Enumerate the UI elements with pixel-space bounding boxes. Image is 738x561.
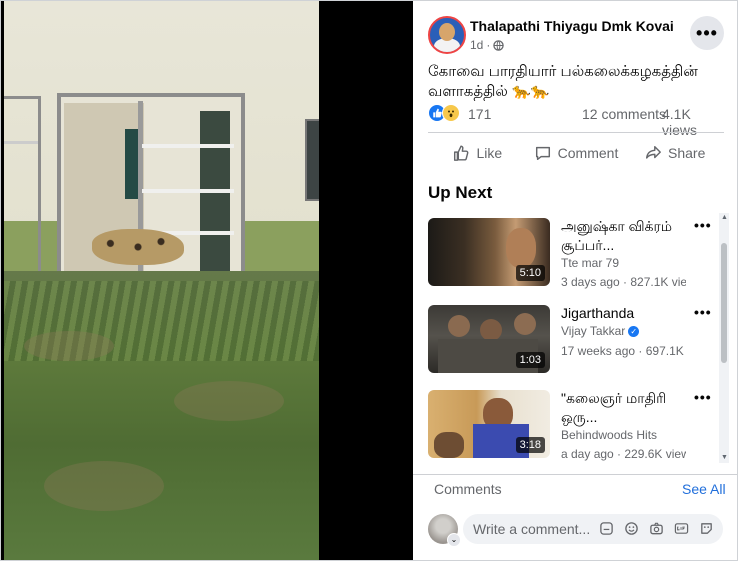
reaction-count[interactable]: 171 (468, 106, 491, 122)
gate-bar (142, 144, 234, 148)
share-button[interactable]: Share (625, 138, 724, 168)
post-meta: 1d · (470, 38, 505, 52)
like-button[interactable]: Like (428, 138, 527, 168)
facebook-video-viewer: Thalapathi Thiyagu Dmk Kovai 1d · ••• கோ… (0, 0, 738, 561)
video-thumbnail[interactable]: 1:03 (428, 305, 550, 373)
comment-input[interactable]: Write a comment... (463, 514, 723, 544)
thumb-person (434, 432, 464, 458)
share-label: Share (668, 145, 706, 161)
comment-tools (598, 520, 715, 537)
channel-name: Behindwoods Hits (561, 428, 658, 442)
scrollbar-thumb[interactable] (721, 243, 727, 363)
list-item[interactable]: 1:03 Jigarthanda Vijay Takkar ✓ 17 weeks… (428, 300, 718, 373)
video-thumbnail[interactable]: 5:10 (428, 218, 550, 286)
list-item[interactable]: 3:18 "கலைஞர் மாதிரி ஒரு... Behindwoods H… (428, 385, 718, 461)
view-count: 4.1K views (662, 106, 698, 138)
video-meta: 17 weeks ago · 697.1K vi (561, 344, 686, 358)
user-avatar[interactable]: ⌄ (428, 514, 461, 547)
post-time[interactable]: 1d (470, 38, 483, 52)
divider (428, 132, 724, 133)
video-meta: a day ago · 229.6K views (561, 447, 686, 461)
globe-icon (493, 39, 505, 51)
dirt-patch (174, 381, 284, 421)
dirt-patch (44, 461, 164, 511)
meta-dot: · (486, 38, 491, 52)
scroll-up-icon[interactable]: ▲ (721, 214, 728, 221)
video-thumbnail[interactable]: 3:18 (428, 390, 550, 458)
video-meta: 3 days ago · 827.1K view (561, 275, 686, 289)
avatar-face (439, 23, 455, 41)
author-avatar[interactable] (428, 16, 466, 54)
reactions[interactable] (428, 104, 460, 122)
video-title[interactable]: "கலைஞர் மாதிரி ஒரு... (561, 389, 689, 427)
video-duration: 1:03 (515, 352, 545, 368)
comment-count[interactable]: 12 comments (582, 106, 666, 122)
up-next-heading: Up Next (428, 183, 493, 202)
comment-button[interactable]: Comment (527, 138, 626, 168)
left-gate (4, 96, 41, 277)
video-more-button[interactable]: ••• (694, 304, 712, 320)
share-icon (645, 145, 661, 159)
video-duration: 3:18 (515, 437, 545, 453)
video-channel[interactable]: Behindwoods Hits (561, 428, 657, 442)
channel-name: Vijay Takkar (561, 324, 626, 338)
post-actions: Like Comment Share (428, 138, 724, 168)
author-name[interactable]: Thalapathi Thiyagu Dmk Kovai (470, 18, 674, 34)
video-player[interactable] (1, 1, 413, 560)
comment-icon (535, 146, 550, 161)
video-title[interactable]: Jigarthanda (561, 304, 689, 323)
comments-label: Comments (434, 481, 502, 497)
up-next-scrollbar[interactable]: ▲ ▼ (719, 213, 729, 463)
dirt-patch (24, 331, 114, 361)
thumb-person (448, 315, 470, 337)
sticker-icon[interactable] (598, 520, 615, 537)
verified-badge-icon: ✓ (628, 325, 640, 337)
comment-label: Comment (557, 145, 619, 161)
post-stats: 171 12 comments 4.1K views (428, 104, 724, 138)
video-more-button[interactable]: ••• (694, 389, 712, 405)
gif-icon[interactable] (673, 520, 690, 537)
thumb-person (506, 228, 536, 268)
see-all-link[interactable]: See All (682, 481, 726, 497)
sticker2-icon[interactable] (698, 520, 715, 537)
wow-reaction-icon (442, 104, 460, 122)
thumb-person (514, 313, 536, 335)
post-panel: Thalapathi Thiyagu Dmk Kovai 1d · ••• கோ… (413, 1, 737, 560)
channel-name: Tte mar 79 (561, 256, 620, 270)
comment-placeholder: Write a comment... (473, 521, 591, 537)
scroll-down-icon[interactable]: ▼ (721, 454, 728, 461)
camera-icon[interactable] (648, 520, 665, 537)
video-frame (4, 1, 319, 560)
list-item[interactable]: 5:10 அனுஷ்கா விக்ரம் சூப்பர்... Tte mar … (428, 213, 718, 289)
window (305, 119, 319, 201)
video-title[interactable]: அனுஷ்கா விக்ரம் சூப்பர்... (561, 217, 689, 255)
leopard (92, 229, 184, 265)
video-channel[interactable]: Tte mar 79 (561, 256, 619, 270)
left-gate-bar (4, 141, 38, 144)
chevron-down-icon[interactable]: ⌄ (447, 533, 461, 547)
divider (413, 474, 737, 475)
gate-bar (142, 189, 234, 193)
video-duration: 5:10 (515, 265, 545, 281)
video-channel[interactable]: Vijay Takkar ✓ (561, 324, 640, 338)
like-label: Like (476, 145, 503, 161)
post-more-button[interactable]: ••• (690, 16, 724, 50)
up-next-list: 5:10 அனுஷ்கா விக்ரம் சூப்பர்... Tte mar … (428, 213, 718, 463)
video-more-button[interactable]: ••• (694, 217, 712, 233)
thumbs-up-icon (454, 145, 469, 161)
post-caption: கோவை பாரதியார் பல்கலைக்கழகத்தின் வளாகத்த… (428, 63, 698, 100)
dark-door (200, 111, 230, 276)
emoji-icon[interactable] (623, 520, 640, 537)
thumb-person (480, 319, 502, 341)
